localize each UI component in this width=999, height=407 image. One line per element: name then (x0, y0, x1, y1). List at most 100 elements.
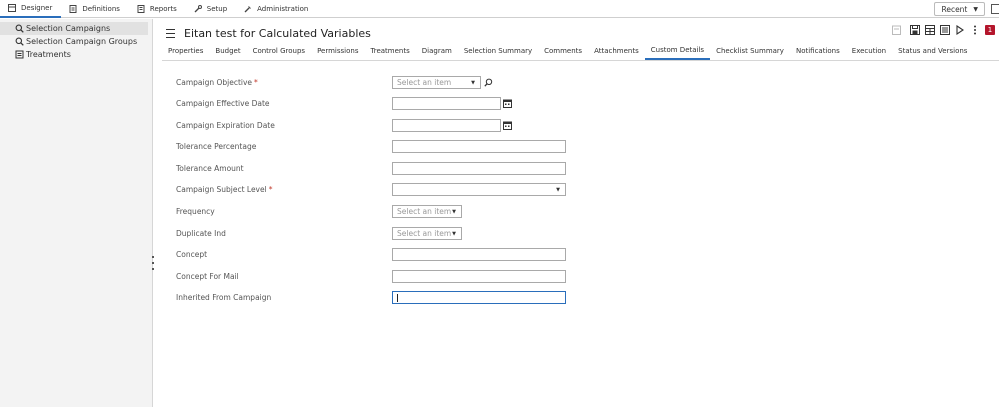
tab-permissions[interactable]: Permissions (311, 42, 364, 60)
field-row: Inherited From Campaign (162, 291, 999, 305)
field-row: Duplicate Ind Select an item ▼ (162, 227, 999, 241)
frequency-label: Frequency (176, 207, 215, 216)
chevron-down-icon: ▼ (973, 5, 978, 13)
definitions-icon (69, 5, 77, 13)
inherited-from-campaign-label: Inherited From Campaign (176, 293, 272, 302)
topnav-reports[interactable]: Reports (129, 0, 186, 18)
duplicate-ind-label: Duplicate Ind (176, 229, 226, 238)
field-row: Campaign Subject Level * ▼ (162, 183, 999, 197)
chevron-down-icon: ▼ (452, 231, 456, 237)
text-cursor (397, 294, 398, 302)
concept-for-mail-label: Concept For Mail (176, 272, 239, 281)
chevron-down-icon: ▼ (452, 209, 456, 215)
field-row: Tolerance Percentage (162, 140, 999, 154)
panel-icon[interactable] (991, 4, 999, 14)
more-vertical-icon[interactable] (970, 25, 980, 35)
duplicate-ind-select[interactable]: Select an item ▼ (392, 227, 462, 240)
reports-icon (137, 5, 145, 13)
tab-notifications[interactable]: Notifications (790, 42, 846, 60)
notification-badge[interactable]: 1 (985, 25, 995, 35)
field-row: Tolerance Amount (162, 162, 999, 176)
tab-budget[interactable]: Budget (209, 42, 246, 60)
sidebar-item-label: Treatments (26, 50, 71, 59)
toolbar: 1 (886, 25, 995, 35)
treatment-icon (15, 50, 24, 59)
calendar-icon[interactable] (502, 98, 512, 108)
tolerance-amount-label: Tolerance Amount (176, 164, 244, 173)
topnav-definitions[interactable]: Definitions (61, 0, 129, 18)
concept-input[interactable] (392, 248, 566, 261)
tab-bar: Properties Budget Control Groups Permiss… (162, 42, 999, 61)
sidebar-item-label: Selection Campaigns (26, 24, 111, 33)
campaign-subject-level-select[interactable]: ▼ (392, 183, 566, 196)
tab-checklist-summary[interactable]: Checklist Summary (710, 42, 790, 60)
chevron-down-icon: ▼ (556, 187, 560, 193)
topnav-administration[interactable]: Administration (236, 0, 317, 18)
frequency-select[interactable]: Select an item ▼ (392, 205, 462, 218)
tab-attachments[interactable]: Attachments (588, 42, 645, 60)
administration-icon (244, 5, 252, 13)
tab-custom-details[interactable]: Custom Details (644, 42, 711, 60)
topnav-designer-label: Designer (21, 4, 53, 12)
top-navigation-bar: Designer Definitions Reports Setup Admin… (0, 0, 999, 18)
select-placeholder: Select an item (397, 78, 452, 87)
magnifier-icon (15, 24, 24, 33)
sidebar-collapse-handle[interactable] (151, 256, 155, 270)
field-row: Campaign Expiration Date (162, 119, 999, 133)
topnav-definitions-label: Definitions (82, 5, 120, 13)
sidebar-item-treatments[interactable]: Treatments (0, 48, 152, 61)
required-marker: * (254, 78, 258, 87)
tab-execution[interactable]: Execution (846, 42, 892, 60)
concept-label: Concept (176, 250, 208, 259)
designer-icon (8, 4, 16, 12)
campaign-effective-date-input[interactable] (392, 97, 501, 110)
clipboard-icon[interactable] (891, 25, 901, 35)
topnav-setup[interactable]: Setup (186, 0, 236, 18)
list-menu-icon[interactable] (166, 28, 175, 38)
tab-properties[interactable]: Properties (162, 42, 209, 60)
campaign-effective-date-label: Campaign Effective Date (176, 99, 270, 108)
page-title: Eitan test for Calculated Variables (184, 26, 371, 40)
run-icon[interactable] (955, 25, 965, 35)
save-icon[interactable] (910, 25, 920, 35)
field-row: Campaign Effective Date (162, 97, 999, 111)
chevron-down-icon: ▼ (471, 80, 475, 86)
tab-control-groups[interactable]: Control Groups (247, 42, 312, 60)
sidebar-item-selection-campaigns[interactable]: Selection Campaigns (0, 22, 148, 35)
concept-for-mail-input[interactable] (392, 270, 566, 283)
sidebar-item-label: Selection Campaign Groups (26, 37, 138, 46)
tab-status-and-versions[interactable]: Status and Versions (892, 42, 973, 60)
campaign-objective-label: Campaign Objective * (176, 78, 258, 87)
magnifier-icon (15, 37, 24, 46)
topnav-administration-label: Administration (257, 5, 309, 13)
topnav-designer[interactable]: Designer (0, 0, 62, 18)
tab-treatments[interactable]: Treatments (364, 42, 415, 60)
tab-selection-summary[interactable]: Selection Summary (458, 42, 538, 60)
inherited-from-campaign-input[interactable] (392, 291, 566, 304)
select-placeholder: Select an item (397, 229, 452, 238)
field-row: Campaign Objective * Select an item ▼ (162, 76, 999, 90)
recent-dropdown[interactable]: Recent ▼ (934, 2, 985, 16)
field-row: Concept For Mail (162, 270, 999, 284)
properties-icon[interactable] (940, 25, 950, 35)
tolerance-amount-input[interactable] (392, 162, 566, 175)
recent-label: Recent (941, 4, 968, 14)
tolerance-percentage-label: Tolerance Percentage (176, 142, 257, 151)
setup-icon (194, 5, 202, 13)
campaign-subject-level-label: Campaign Subject Level * (176, 185, 273, 194)
sidebar-item-selection-campaign-groups[interactable]: Selection Campaign Groups (0, 35, 152, 48)
calendar-icon[interactable] (502, 120, 512, 130)
main-panel: Eitan test for Calculated Variables 1 Pr… (162, 19, 999, 407)
campaign-objective-select[interactable]: Select an item ▼ (392, 76, 481, 89)
select-placeholder: Select an item (397, 207, 452, 216)
campaign-expiration-date-label: Campaign Expiration Date (176, 121, 275, 130)
tolerance-percentage-input[interactable] (392, 140, 566, 153)
sidebar: Selection Campaigns Selection Campaign G… (0, 19, 153, 407)
campaign-expiration-date-input[interactable] (392, 119, 501, 132)
search-icon[interactable] (483, 77, 493, 87)
grid-icon[interactable] (925, 25, 935, 35)
tab-comments[interactable]: Comments (538, 42, 588, 60)
field-row: Frequency Select an item ▼ (162, 205, 999, 219)
tab-diagram[interactable]: Diagram (416, 42, 458, 60)
field-row: Concept (162, 248, 999, 262)
